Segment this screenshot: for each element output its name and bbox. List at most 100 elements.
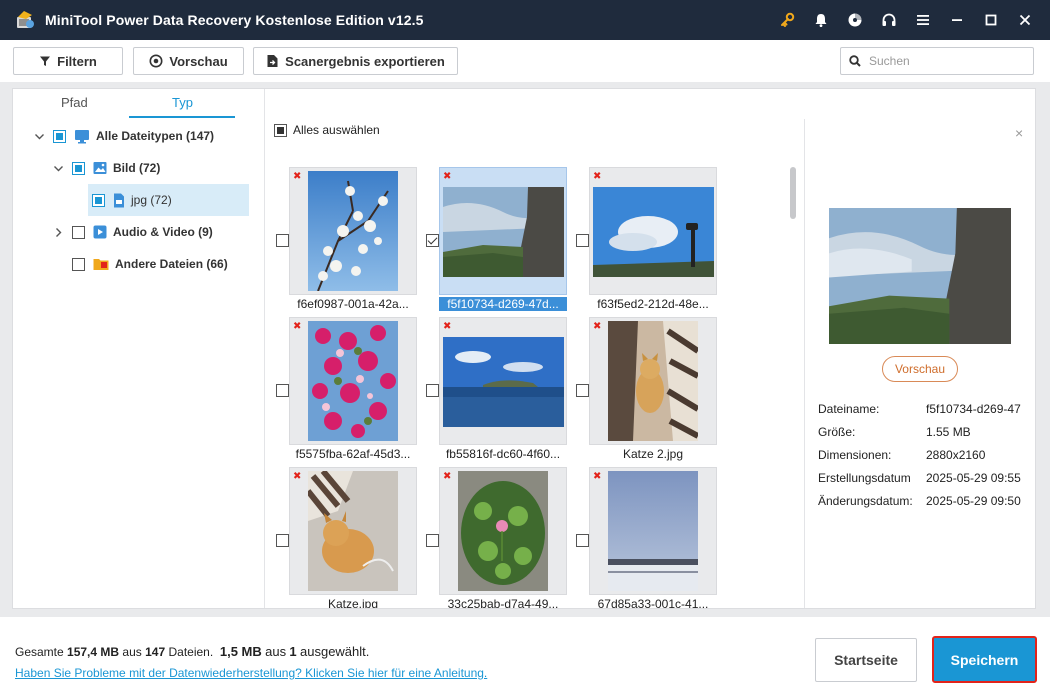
tree-item-jpg[interactable]: jpg (72): [88, 184, 249, 216]
filter-button[interactable]: Filtern: [13, 47, 123, 75]
file-checkbox-6[interactable]: [576, 384, 589, 397]
preview-image: [829, 208, 1011, 344]
file-card-1[interactable]: ✖: [289, 167, 417, 295]
summary-selected-size: 1,5 MB: [219, 644, 262, 659]
file-checkbox-8[interactable]: [426, 534, 439, 547]
tree-label-image: Bild (72): [113, 161, 161, 175]
thumbnail-pond: [458, 471, 548, 591]
file-card-6[interactable]: ✖: [589, 317, 717, 445]
info-size-value: 1.55 MB: [926, 425, 971, 439]
info-created-row: Erstellungsdatum 2025-05-29 09:55: [818, 471, 1021, 485]
tree-tabs: Pfad Typ: [31, 89, 236, 119]
headset-icon[interactable]: [872, 0, 906, 40]
save-button[interactable]: Speichern: [932, 636, 1037, 683]
preview-button[interactable]: Vorschau: [882, 356, 958, 382]
active-tab-indicator: [129, 116, 235, 118]
close-icon[interactable]: [1008, 0, 1042, 40]
close-preview-icon[interactable]: ×: [1015, 125, 1023, 141]
disc-icon[interactable]: [838, 0, 872, 40]
title-bar-controls: [770, 0, 1042, 40]
file-checkbox-4[interactable]: [276, 384, 289, 397]
summary-from: aus: [122, 645, 142, 659]
toolbar: Filtern Vorschau Scanergebnis exportiere…: [0, 40, 1050, 82]
file-type-tree-panel: Pfad Typ Alle Dateitypen (147) Bild (72)…: [13, 89, 265, 608]
deleted-mark-icon: ✖: [593, 471, 602, 482]
file-card-8[interactable]: ✖: [439, 467, 567, 595]
file-card-4[interactable]: ✖: [289, 317, 417, 445]
select-all-checkbox[interactable]: [274, 123, 287, 137]
thumbnail-sky-binoculars: [593, 187, 714, 277]
tree-item-audio-video[interactable]: Audio & Video (9): [52, 216, 213, 248]
maximize-icon[interactable]: [974, 0, 1008, 40]
file-card-7[interactable]: ✖: [289, 467, 417, 595]
chevron-down-icon[interactable]: [52, 162, 64, 174]
thumbnail-cat-2: [608, 321, 698, 441]
menu-icon[interactable]: [906, 0, 940, 40]
summary-selected-count: 1: [289, 644, 297, 659]
file-checkbox-2[interactable]: [426, 234, 439, 247]
deleted-mark-icon: ✖: [293, 471, 302, 482]
tree-checkbox-image[interactable]: [72, 161, 85, 175]
deleted-mark-icon: ✖: [443, 471, 452, 482]
thumbnail-cliff: [443, 187, 564, 277]
help-link[interactable]: Haben Sie Probleme mit der Datenwiederhe…: [15, 666, 487, 680]
summary-total-files: 147: [145, 645, 166, 659]
file-name-4: f5575fba-62af-45d3...: [295, 447, 411, 461]
key-icon[interactable]: [770, 0, 804, 40]
export-button-label: Scanergebnis exportieren: [285, 53, 445, 69]
title-bar: MiniTool Power Data Recovery Kostenlose …: [0, 0, 1050, 40]
home-button[interactable]: Startseite: [815, 638, 917, 682]
folder-icon: [93, 259, 109, 270]
file-card-3[interactable]: ✖: [589, 167, 717, 295]
search-input[interactable]: [869, 54, 1019, 68]
tree-checkbox-all[interactable]: [53, 129, 66, 143]
tab-path[interactable]: Pfad: [61, 95, 88, 110]
info-modified-value: 2025-05-29 09:50: [926, 494, 1021, 508]
tree-checkbox-other[interactable]: [72, 257, 85, 271]
tree-label-other: Andere Dateien (66): [115, 257, 228, 271]
tree-item-other-files[interactable]: Andere Dateien (66): [72, 248, 228, 280]
select-all-row[interactable]: Alles auswählen: [274, 123, 380, 137]
selection-summary: Gesamte 157,4 MB aus 147 Dateien. 1,5 MB…: [15, 644, 369, 659]
info-size-label: Größe:: [818, 425, 856, 439]
chevron-right-icon[interactable]: [52, 226, 64, 238]
file-checkbox-9[interactable]: [576, 534, 589, 547]
deleted-mark-icon: ✖: [443, 321, 452, 332]
summary-files: Dateien.: [168, 645, 214, 659]
search-box[interactable]: [840, 47, 1034, 75]
grid-scrollbar[interactable]: [790, 167, 796, 219]
info-dimensions-label: Dimensionen:: [818, 448, 892, 462]
file-checkbox-3[interactable]: [576, 234, 589, 247]
tab-type[interactable]: Typ: [172, 95, 193, 110]
file-checkbox-7[interactable]: [276, 534, 289, 547]
preview-toolbar-button-label: Vorschau: [169, 53, 228, 69]
info-created-value: 2025-05-29 09:55: [926, 471, 1021, 485]
file-card-9[interactable]: ✖: [589, 467, 717, 595]
export-scan-result-button[interactable]: Scanergebnis exportieren: [253, 47, 458, 75]
summary-prefix: Gesamte: [15, 645, 64, 659]
tree-item-all-file-types[interactable]: Alle Dateitypen (147): [33, 120, 214, 152]
file-name-2: f5f10734-d269-47d...: [439, 297, 567, 311]
tree-checkbox-audio-video[interactable]: [72, 225, 85, 239]
file-card-5[interactable]: ✖: [439, 317, 567, 445]
thumbnail-winter-sky: [608, 471, 698, 591]
tree-label-jpg: jpg (72): [131, 193, 172, 207]
file-name-6: Katze 2.jpg: [622, 447, 684, 461]
info-dimensions-row: Dimensionen: 2880x2160: [818, 448, 985, 462]
bell-icon[interactable]: [804, 0, 838, 40]
file-checkbox-1[interactable]: [276, 234, 289, 247]
info-filename-row: Dateiname: f5f10734-d269-47: [818, 402, 1021, 416]
file-name-5: fb55816f-dc60-4f60...: [445, 447, 561, 461]
tree-item-image[interactable]: Bild (72): [52, 152, 160, 184]
preview-toolbar-button[interactable]: Vorschau: [133, 47, 244, 75]
tree-checkbox-jpg[interactable]: [92, 193, 105, 207]
file-checkbox-5[interactable]: [426, 384, 439, 397]
media-icon: [93, 225, 107, 239]
chevron-down-icon[interactable]: [33, 130, 45, 142]
funnel-icon: [40, 56, 51, 66]
deleted-mark-icon: ✖: [443, 171, 452, 182]
minimize-icon[interactable]: [940, 0, 974, 40]
summary-selected: ausgewählt.: [300, 644, 370, 659]
info-filename-value: f5f10734-d269-47: [926, 402, 1021, 416]
file-card-2[interactable]: ✖: [439, 167, 567, 295]
